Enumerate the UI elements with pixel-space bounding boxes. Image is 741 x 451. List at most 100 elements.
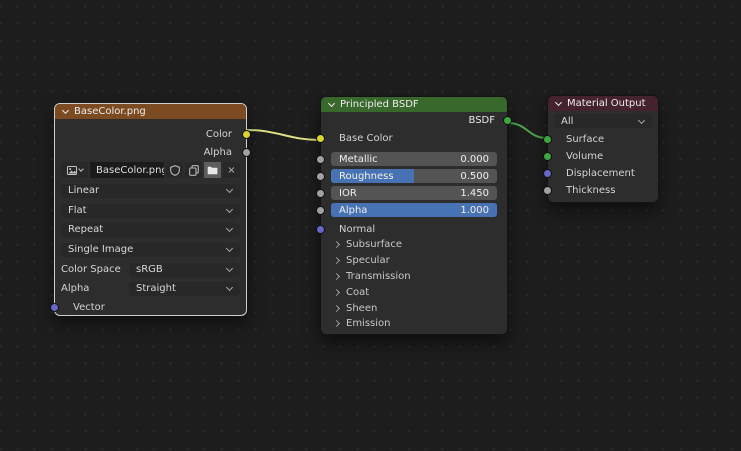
- node-principled-bsdf[interactable]: Principled BSDF BSDF Base Color Metallic…: [316, 96, 512, 335]
- section-label: Specular: [346, 254, 390, 266]
- output-label: Color: [205, 128, 232, 140]
- chevron-right-icon: [332, 240, 341, 248]
- section-label: Coat: [346, 286, 370, 298]
- image-browse-button[interactable]: [61, 162, 88, 178]
- node-title: Principled BSDF: [340, 99, 419, 110]
- ior-row: IOR 1.450: [316, 186, 497, 200]
- slider-label: Alpha: [339, 204, 368, 216]
- collapse-chevron-icon[interactable]: [554, 98, 563, 107]
- slider-label: IOR: [339, 187, 357, 199]
- slider-label: Roughness: [339, 170, 394, 182]
- chevron-down-icon: [225, 185, 234, 194]
- projection-dropdown[interactable]: Flat: [61, 203, 240, 218]
- collapse-chevron-icon[interactable]: [327, 99, 336, 108]
- image-texture-header[interactable]: BaseColor.png: [55, 104, 246, 119]
- roughness-slider[interactable]: Roughness 0.500: [331, 169, 497, 183]
- input-row-volume: Volume: [543, 149, 658, 163]
- chevron-right-icon: [332, 319, 341, 327]
- surface-input-socket[interactable]: [543, 134, 552, 144]
- alpha-slider[interactable]: Alpha 1.000: [331, 203, 497, 217]
- node-title: Material Output: [567, 98, 646, 109]
- chevron-right-icon: [332, 256, 341, 264]
- source-dropdown[interactable]: Single Image: [61, 242, 240, 257]
- slider-value: 0.000: [460, 153, 489, 165]
- input-row-normal: Normal: [316, 222, 507, 236]
- output-label: BSDF: [468, 114, 495, 126]
- chevron-right-icon: [332, 288, 341, 296]
- color-space-row: Color Space sRGB: [61, 262, 240, 277]
- node-image-texture[interactable]: BaseColor.png Color Alpha BaseColor.png: [50, 103, 251, 316]
- unlink-image-button[interactable]: ×: [223, 162, 240, 178]
- interpolation-dropdown[interactable]: Linear: [61, 183, 240, 198]
- ior-input-socket[interactable]: [316, 188, 325, 198]
- output-row-color: Color: [55, 127, 251, 141]
- fake-user-button[interactable]: [166, 162, 183, 178]
- chevron-down-icon: [225, 283, 234, 292]
- section-specular[interactable]: Specular: [321, 253, 507, 267]
- metallic-row: Metallic 0.000: [316, 152, 497, 166]
- color-output-socket[interactable]: [242, 129, 251, 139]
- bsdf-output-socket[interactable]: [503, 115, 512, 125]
- input-row-displacement: Displacement: [543, 166, 658, 180]
- roughness-input-socket[interactable]: [316, 171, 325, 181]
- dropdown-value: sRGB: [136, 264, 163, 275]
- alpha-input-socket[interactable]: [316, 205, 325, 215]
- extension-row: Repeat: [61, 222, 240, 237]
- vector-input-socket[interactable]: [50, 302, 59, 312]
- base-color-input-socket[interactable]: [316, 133, 325, 143]
- alpha-output-socket[interactable]: [242, 147, 251, 157]
- output-row-bsdf: BSDF: [321, 113, 512, 127]
- material-output-header[interactable]: Material Output: [548, 96, 658, 111]
- alpha-mode-row: Alpha Straight: [61, 281, 240, 296]
- duplicate-image-button[interactable]: [185, 162, 202, 178]
- metallic-input-socket[interactable]: [316, 154, 325, 164]
- node-editor-canvas[interactable]: BaseColor.png Color Alpha BaseColor.png: [0, 0, 741, 451]
- input-label: Vector: [73, 301, 105, 313]
- input-label: Base Color: [339, 132, 393, 144]
- chevron-down-icon: [637, 116, 646, 124]
- dropdown-value: Repeat: [68, 224, 104, 235]
- dropdown-value: Straight: [136, 283, 176, 294]
- section-sheen[interactable]: Sheen: [321, 301, 507, 315]
- target-dropdown[interactable]: All: [554, 114, 652, 128]
- chevron-down-icon: [225, 224, 234, 233]
- slider-value: 1.000: [460, 204, 489, 216]
- dropdown-value: Single Image: [68, 244, 134, 255]
- section-subsurface[interactable]: Subsurface: [321, 237, 507, 251]
- section-coat[interactable]: Coat: [321, 285, 507, 299]
- chevron-right-icon: [332, 304, 341, 312]
- open-image-button[interactable]: [204, 162, 221, 178]
- ior-slider[interactable]: IOR 1.450: [331, 186, 497, 200]
- input-label: Normal: [339, 223, 376, 235]
- dropdown-value: All: [561, 115, 574, 127]
- color-space-dropdown[interactable]: sRGB: [129, 262, 240, 277]
- normal-input-socket[interactable]: [316, 224, 325, 234]
- image-name-field[interactable]: BaseColor.png: [90, 162, 164, 178]
- image-icon: [66, 165, 77, 175]
- input-row-thickness: Thickness: [543, 183, 658, 197]
- thickness-input-socket[interactable]: [543, 185, 552, 195]
- color-space-label: Color Space: [61, 264, 121, 275]
- extension-dropdown[interactable]: Repeat: [61, 222, 240, 237]
- metallic-slider[interactable]: Metallic 0.000: [331, 152, 497, 166]
- section-emission[interactable]: Emission: [321, 316, 507, 330]
- section-transmission[interactable]: Transmission: [321, 269, 507, 283]
- displacement-input-socket[interactable]: [543, 168, 552, 178]
- section-label: Transmission: [346, 270, 411, 282]
- alpha-mode-dropdown[interactable]: Straight: [129, 281, 240, 296]
- slider-label: Metallic: [339, 153, 378, 165]
- node-title: BaseColor.png: [74, 106, 146, 117]
- section-label: Subsurface: [346, 238, 402, 250]
- target-row: All: [554, 114, 652, 128]
- input-label: Surface: [566, 133, 605, 145]
- principled-bsdf-header[interactable]: Principled BSDF: [321, 97, 507, 112]
- input-label: Displacement: [566, 167, 635, 179]
- chevron-down-icon: [225, 264, 234, 273]
- image-selector-row: BaseColor.png ×: [61, 162, 240, 178]
- copy-icon: [188, 164, 199, 176]
- node-material-output[interactable]: Material Output All Surface Volume Displ…: [543, 95, 659, 203]
- collapse-chevron-icon[interactable]: [61, 106, 70, 115]
- section-label: Sheen: [346, 302, 378, 314]
- volume-input-socket[interactable]: [543, 151, 552, 161]
- output-label: Alpha: [203, 146, 232, 158]
